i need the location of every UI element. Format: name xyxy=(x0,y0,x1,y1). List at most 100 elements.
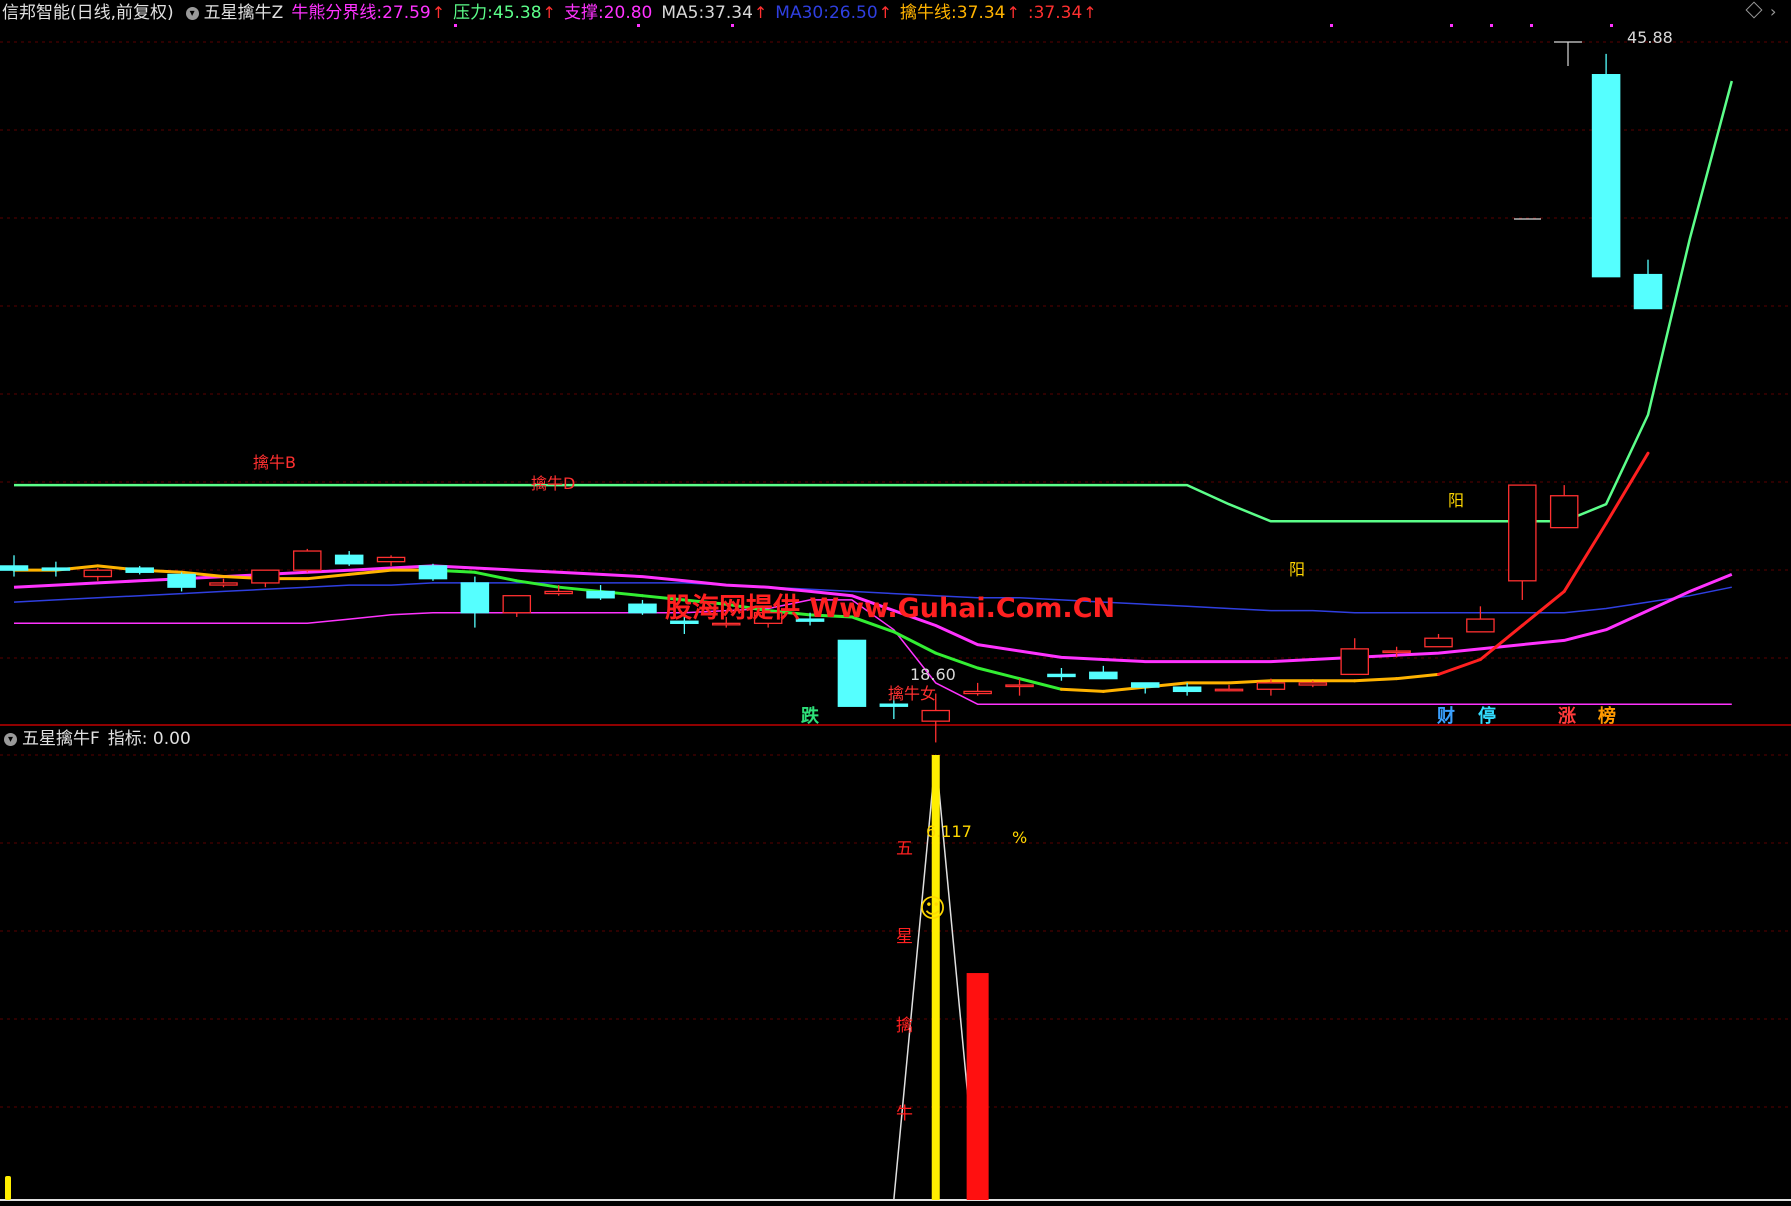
vert-char-qin: 擒 xyxy=(896,1016,913,1036)
legend-label: MA30 xyxy=(775,3,824,23)
qinniu-d-label: 擒牛D xyxy=(531,474,576,493)
legend-item: : 37.34 ↑ xyxy=(1028,0,1097,26)
candle-body xyxy=(1549,495,1579,529)
up-arrow-icon: ↑ xyxy=(753,3,768,22)
qinniu-nv-label: 擒牛女 xyxy=(888,684,937,703)
candle-body xyxy=(83,569,113,578)
ma5-segment xyxy=(305,572,351,581)
legend-label: 支撑 xyxy=(563,3,598,23)
indicator-label: 指标 xyxy=(107,729,142,749)
candle-body xyxy=(334,554,364,565)
candle-body xyxy=(1130,682,1160,688)
candle-body xyxy=(251,569,280,584)
candle-body xyxy=(1466,618,1495,633)
candle-body xyxy=(1172,686,1202,693)
candle-body xyxy=(1005,684,1034,688)
candle-body xyxy=(1633,273,1663,310)
indicator-line xyxy=(14,754,1732,1201)
up-arrow-icon: ↑ xyxy=(878,3,893,22)
candle-body xyxy=(502,595,532,614)
vert-char-niu: 牛 xyxy=(896,1104,913,1124)
candle-body xyxy=(1508,484,1537,582)
candle-body xyxy=(963,690,992,695)
candle-body xyxy=(1214,688,1244,692)
candle-body xyxy=(837,639,867,707)
marker-bang: 榜 xyxy=(1598,706,1616,727)
candle-body xyxy=(628,603,657,614)
legend-value: 20.80 xyxy=(603,3,653,23)
up-arrow-icon: ↑ xyxy=(542,3,556,22)
ma5-segment xyxy=(1018,677,1063,691)
legend-value: 37.34 xyxy=(956,3,1006,23)
upper-header: 信邦智能(日线,前复权) ▾ 五星擒牛Z 牛熊分界线: 27.59 ↑ 压力: 45… xyxy=(0,0,1105,26)
legend-item: MA5: 37.34 ↑ xyxy=(661,0,767,26)
scroll-marker xyxy=(5,1176,11,1200)
ma5-segment xyxy=(1059,687,1105,693)
marker-cai: 财 xyxy=(1437,706,1455,727)
candle-body xyxy=(921,709,951,722)
vert-char-wu: 五 xyxy=(896,839,913,859)
pct-value: 6.117 xyxy=(926,822,972,841)
yang-label-1: 阳 xyxy=(1289,560,1306,579)
candle-body xyxy=(1256,682,1286,690)
candle-body xyxy=(0,565,29,571)
candle-body xyxy=(418,565,448,580)
candle-body xyxy=(293,550,322,571)
candle-body xyxy=(41,567,71,571)
candle-body xyxy=(460,582,490,614)
high-price-label: 45.88 xyxy=(1627,28,1673,47)
ma5-segment xyxy=(1520,589,1566,627)
signal-dot xyxy=(1530,24,1533,27)
legend-item: MA30: 26.50 ↑ xyxy=(775,0,892,26)
legend-item: 支撑: 20.80 xyxy=(564,0,653,26)
signal-red-bar xyxy=(966,973,989,1200)
smile-icon: ☺ xyxy=(919,894,947,924)
candle-body xyxy=(1591,74,1621,278)
up-arrow-icon: ↑ xyxy=(1006,3,1020,22)
ma5-segment xyxy=(515,579,561,589)
signal-dot xyxy=(1450,24,1453,27)
signal-dot xyxy=(1490,24,1493,27)
ma5-segment xyxy=(892,630,938,655)
marker-zhang: 涨 xyxy=(1558,706,1576,727)
legend-label: 擒牛线 xyxy=(900,3,952,23)
candle-body xyxy=(879,703,909,707)
legend-item: 擒牛线: 37.34 ↑ xyxy=(900,0,1020,26)
collapse-toggle-icon[interactable]: ▾ xyxy=(185,6,199,20)
marker-die: 跌 xyxy=(801,706,819,727)
lower-header: ▾ 五星擒牛F 指标: 0.00 xyxy=(0,726,199,752)
ma5-segment xyxy=(1353,677,1399,683)
ma5-segment xyxy=(976,666,1022,681)
candle-body xyxy=(1047,673,1076,678)
legend-value: 45.38 xyxy=(492,3,542,23)
legend-value: 37.34 xyxy=(1033,3,1083,23)
legend-value: 26.50 xyxy=(828,3,878,23)
candle-body xyxy=(544,590,573,595)
marker-ting: 停 xyxy=(1478,706,1496,727)
indicator-name[interactable]: 五星擒牛Z xyxy=(204,0,284,26)
ma5-segment xyxy=(473,570,519,583)
candle-body xyxy=(1298,682,1328,686)
legend-value: 27.59 xyxy=(382,3,431,23)
collapse-toggle-icon[interactable]: ▾ xyxy=(4,732,17,746)
stock-title: 信邦智能(日线,前复权) xyxy=(2,3,174,23)
candle-body xyxy=(586,590,615,599)
legend-label: 压力 xyxy=(453,3,488,23)
legend-label: MA5 xyxy=(661,3,699,23)
indicator-value: 指标: 0.00 xyxy=(108,726,191,752)
chevron-right-icon[interactable]: › xyxy=(1770,2,1776,21)
indicator-number: 0.00 xyxy=(152,729,191,749)
ma5-segment xyxy=(1395,672,1441,681)
candle-body xyxy=(167,573,196,588)
ma5-segment xyxy=(1562,521,1608,593)
legend-item: 牛熊分界线: 27.59 ↑ xyxy=(291,0,445,26)
up-arrow-icon: ↑ xyxy=(1083,3,1097,22)
candle-body xyxy=(376,556,406,563)
candle-body xyxy=(209,582,238,586)
indicator-name[interactable]: 五星擒牛F xyxy=(22,726,100,752)
ma5-segment xyxy=(1437,657,1482,676)
candle-body xyxy=(1424,637,1453,648)
up-arrow-icon: ↑ xyxy=(431,3,446,22)
qinniu-b-label: 擒牛B xyxy=(253,453,296,472)
watermark: 股海网提供 Www.Guhai.Com.CN xyxy=(665,593,1116,624)
